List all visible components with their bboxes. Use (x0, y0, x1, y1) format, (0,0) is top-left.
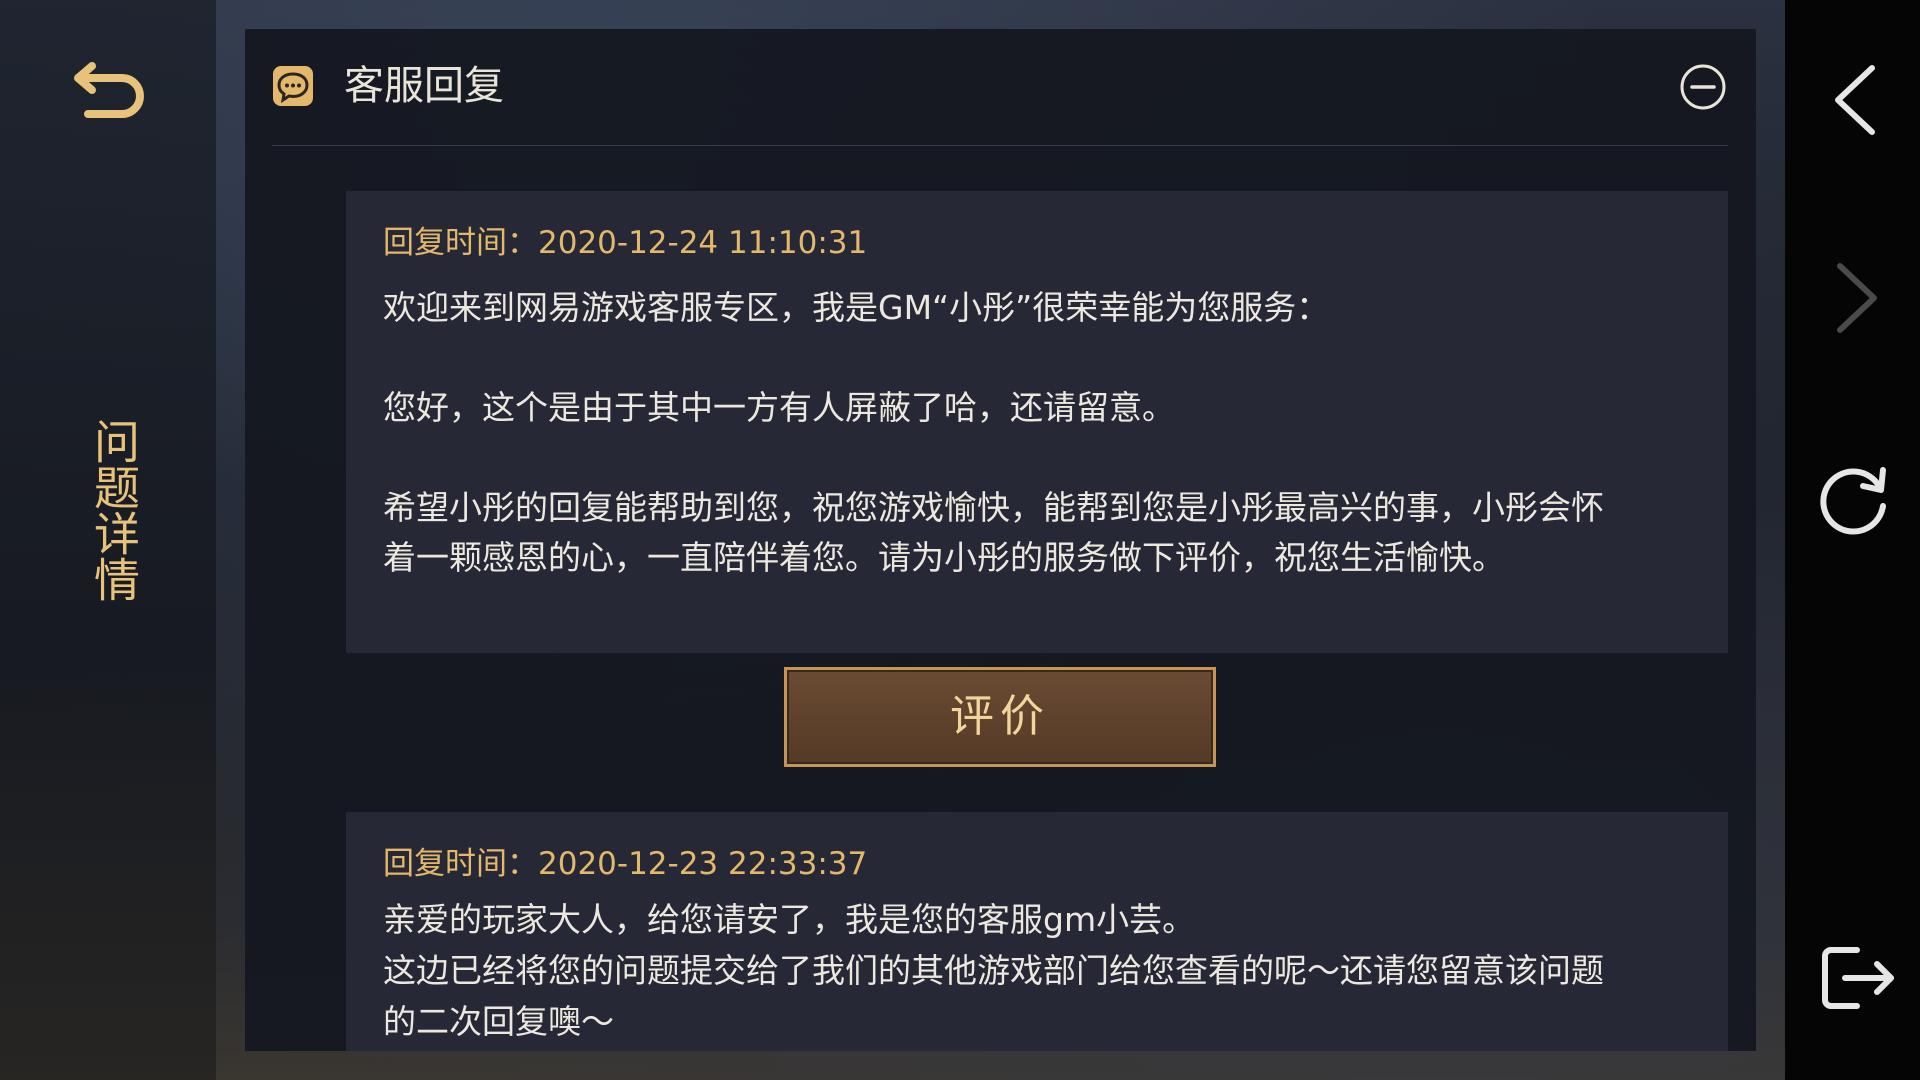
back-button[interactable] (72, 52, 148, 118)
chevron-right-icon (1837, 263, 1877, 333)
reply-blank-line (383, 333, 1691, 383)
exit-button[interactable] (1817, 938, 1897, 1018)
reply-blank-line (383, 433, 1691, 483)
reply-text-line: 的二次回复噢～ (383, 1002, 614, 1041)
reply-panel: 客服回复 回复时间：2020-12-24 11:10:31 欢迎来到网易游戏客服… (245, 29, 1756, 1051)
nav-forward-button[interactable] (1826, 258, 1884, 338)
reply-time: 回复时间：2020-12-24 11:10:31 (383, 225, 868, 261)
reply-text-line: 亲爱的玩家大人，给您请安了，我是您的客服gm小芸。 (383, 900, 1196, 939)
reply-text-line: 您好，这个是由于其中一方有人屏蔽了哈，还请留意。 (383, 388, 1175, 427)
exit-icon (1822, 947, 1894, 1009)
reply-text-line: 着一颗感恩的心，一直陪伴着您。请为小彤的服务做下评价，祝您生活愉快。 (383, 538, 1505, 577)
chevron-left-icon (1835, 65, 1875, 135)
reply-text-line: 希望小彤的回复能帮助到您，祝您游戏愉快，能帮到您是小彤最高兴的事，小彤会怀 (383, 488, 1604, 527)
reply-text-line: 这边已经将您的问题提交给了我们的其他游戏部门给您查看的呢～还请您留意该问题 (383, 951, 1604, 990)
reply-time: 回复时间：2020-12-23 22:33:37 (383, 846, 868, 882)
reply-text-line: 欢迎来到网易游戏客服专区，我是GM“小彤”很荣幸能为您服务： (383, 288, 1330, 327)
minus-circle-icon (1680, 64, 1726, 110)
header-divider (272, 145, 1728, 146)
screen: 问题详情 客服回复 回复时间：2020-12-24 11:10:31 欢迎来到网… (0, 0, 1920, 1080)
undo-arrow-icon (74, 62, 144, 118)
browser-nav-bar (1785, 0, 1920, 1080)
panel-header: 客服回复 (245, 29, 1756, 145)
refresh-button[interactable] (1817, 460, 1893, 540)
rate-button[interactable]: 评价 (784, 667, 1216, 767)
collapse-button[interactable] (1679, 63, 1727, 111)
panel-title: 客服回复 (344, 63, 504, 109)
chat-bubble-icon (272, 65, 314, 107)
refresh-icon (1820, 467, 1886, 535)
left-rail: 问题详情 (0, 0, 216, 1080)
side-title: 问题详情 (87, 418, 141, 602)
reply-card: 回复时间：2020-12-23 22:33:37 亲爱的玩家大人，给您请安了，我… (346, 812, 1728, 1051)
nav-back-button[interactable] (1826, 60, 1884, 140)
reply-card: 回复时间：2020-12-24 11:10:31 欢迎来到网易游戏客服专区，我是… (346, 191, 1728, 653)
